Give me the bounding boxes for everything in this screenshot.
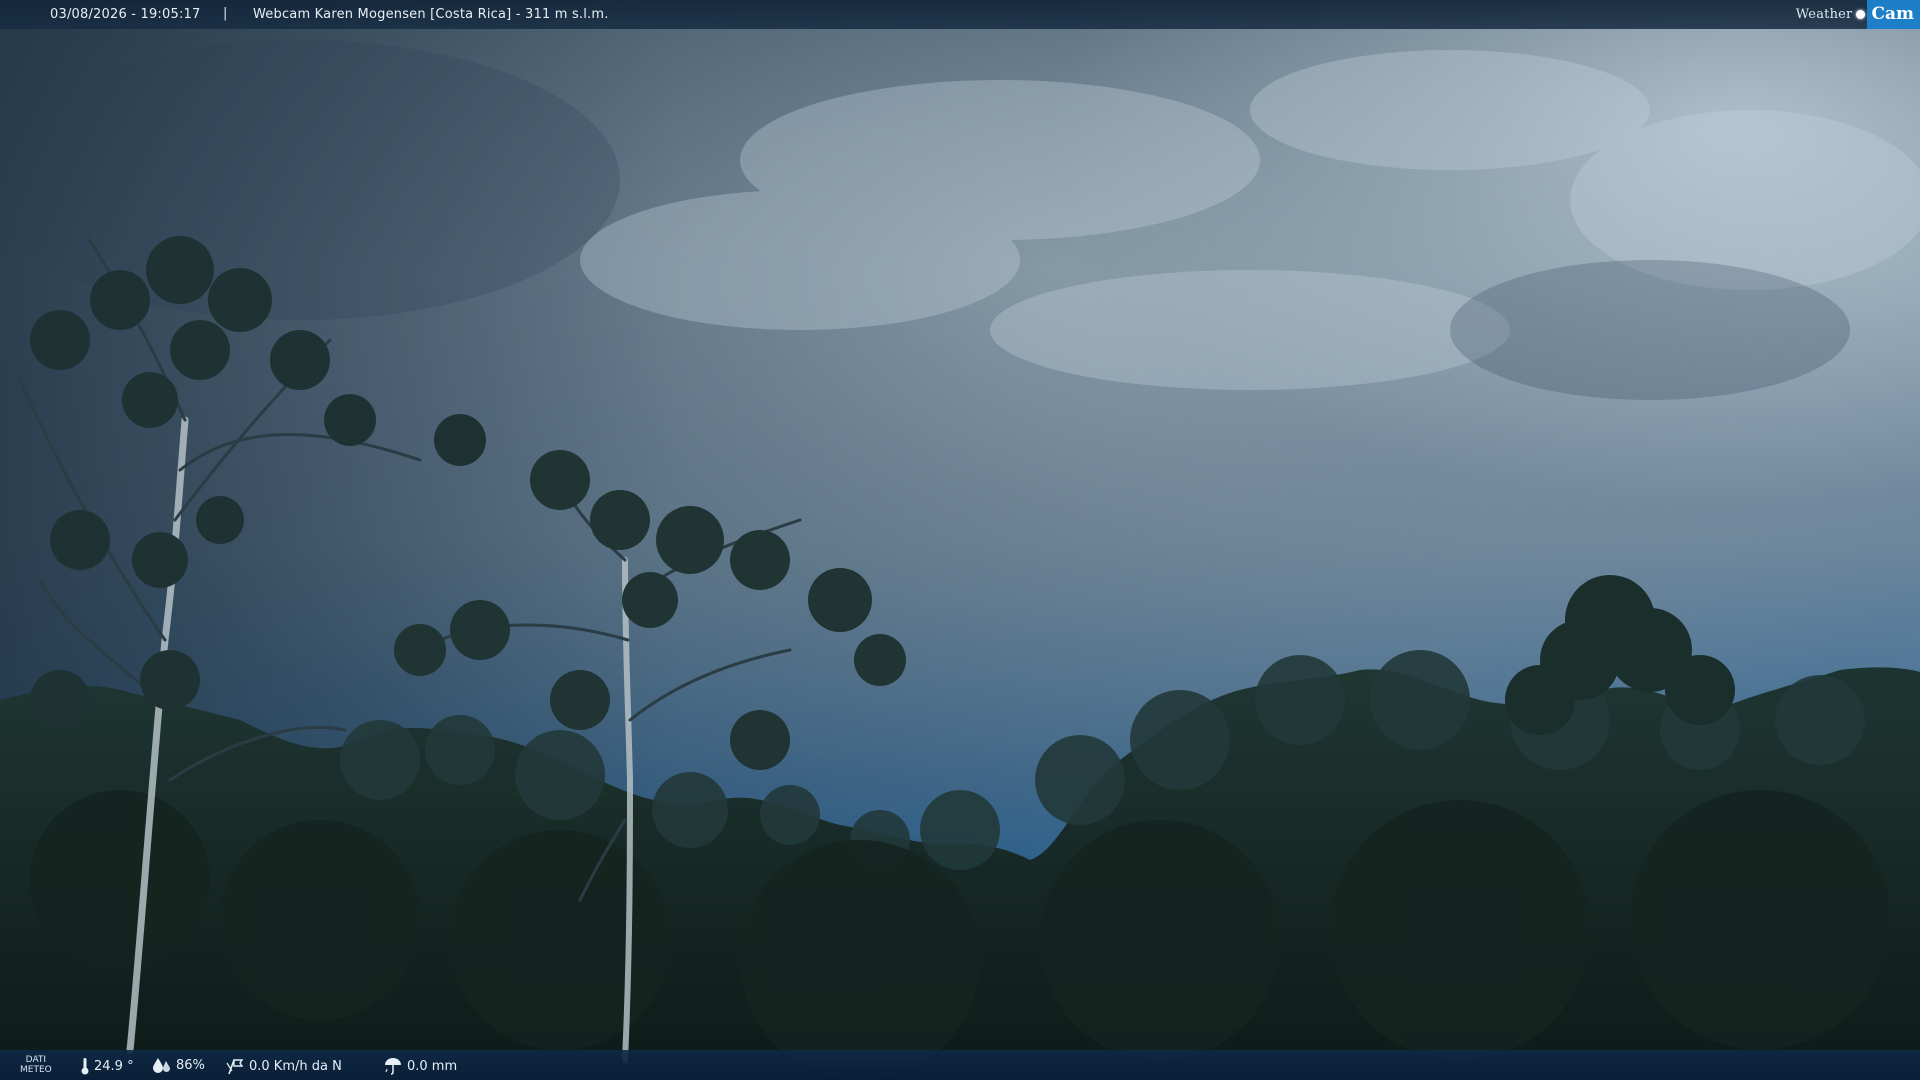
rain-value: 0.0 mm (407, 1058, 458, 1074)
top-info-bar: 03/08/2026 - 19:05:17 | Webcam Karen Mog… (0, 0, 1920, 29)
humidity-reading: 86% (152, 1057, 205, 1073)
rain-icon (385, 1058, 401, 1075)
weather-data-label: DATI METEO (20, 1055, 52, 1075)
humidity-icon (153, 1058, 170, 1073)
logo-word-cam: Cam (1867, 0, 1920, 29)
header-separator: | (223, 6, 228, 21)
wind-icon (226, 1059, 244, 1075)
webcam-image (0, 0, 1920, 1080)
sun-icon (1856, 10, 1866, 19)
temperature-value: 24.9 ° (94, 1058, 134, 1074)
weather-label-line2: METEO (20, 1065, 52, 1075)
timestamp: 03/08/2026 - 19:05:17 (50, 7, 201, 22)
camera-title: Webcam Karen Mogensen [Costa Rica] - 311… (253, 7, 609, 22)
webcam-frame: 03/08/2026 - 19:05:17 | Webcam Karen Mog… (0, 0, 1920, 1080)
thermometer-icon (81, 1058, 89, 1075)
wind-value: 0.0 Km/h da N (249, 1058, 342, 1074)
weather-data-bar: DATI METEO 24.9 ° 86% 0.0 Km/h da N 0.0 … (0, 1050, 1920, 1080)
weather-label-line1: DATI (25, 1055, 47, 1065)
wind-reading: 0.0 Km/h da N (225, 1057, 342, 1075)
temperature-reading: 24.9 ° (80, 1057, 134, 1075)
rain-reading: 0.0 mm (383, 1057, 457, 1075)
humidity-value: 86% (176, 1057, 205, 1073)
logo-word-weather: Weather (1795, 7, 1853, 22)
weathercam-logo[interactable]: Weather Cam (1796, 0, 1920, 29)
